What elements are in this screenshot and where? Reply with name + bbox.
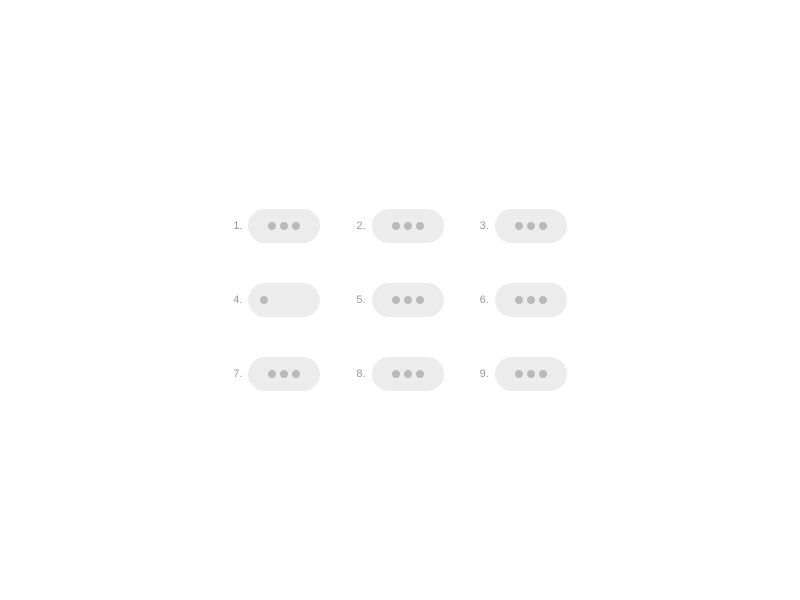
item-number-label: 1.: [233, 220, 242, 232]
dot-icon: [416, 222, 424, 230]
dot-icon: [404, 222, 412, 230]
grid-cell: 4.: [233, 283, 320, 317]
typing-indicator-grid: 1. 2. 3. 4. 5. 6. 7. 8. 9.: [233, 209, 567, 391]
item-number-label: 7.: [233, 368, 242, 380]
dot-icon: [280, 222, 288, 230]
dot-icon: [268, 222, 276, 230]
dot-icon: [392, 296, 400, 304]
grid-cell: 2.: [356, 209, 443, 243]
dot-icon: [404, 296, 412, 304]
item-number-label: 3.: [480, 220, 489, 232]
typing-indicator-icon: [372, 283, 444, 317]
grid-cell: 7.: [233, 357, 320, 391]
dot-icon: [292, 370, 300, 378]
dot-icon: [539, 370, 547, 378]
item-number-label: 5.: [356, 294, 365, 306]
item-number-label: 4.: [233, 294, 242, 306]
dot-icon: [260, 296, 268, 304]
typing-indicator-icon: [495, 357, 567, 391]
typing-indicator-icon: [495, 209, 567, 243]
item-number-label: 9.: [480, 368, 489, 380]
dot-icon: [392, 370, 400, 378]
dot-icon: [515, 222, 523, 230]
dot-icon: [539, 296, 547, 304]
grid-cell: 3.: [480, 209, 567, 243]
dot-icon: [416, 370, 424, 378]
dot-icon: [527, 370, 535, 378]
dot-icon: [416, 296, 424, 304]
item-number-label: 6.: [480, 294, 489, 306]
dot-icon: [515, 370, 523, 378]
item-number-label: 8.: [356, 368, 365, 380]
dot-icon: [515, 296, 523, 304]
dot-icon: [539, 222, 547, 230]
grid-cell: 8.: [356, 357, 443, 391]
grid-cell: 5.: [356, 283, 443, 317]
item-number-label: 2.: [356, 220, 365, 232]
dot-icon: [268, 370, 276, 378]
dot-icon: [280, 370, 288, 378]
typing-indicator-icon: [248, 209, 320, 243]
typing-indicator-icon: [372, 357, 444, 391]
dot-icon: [527, 296, 535, 304]
dot-icon: [404, 370, 412, 378]
dot-icon: [527, 222, 535, 230]
typing-indicator-icon: [248, 283, 320, 317]
typing-indicator-icon: [372, 209, 444, 243]
typing-indicator-icon: [495, 283, 567, 317]
dot-icon: [292, 222, 300, 230]
grid-cell: 1.: [233, 209, 320, 243]
typing-indicator-icon: [248, 357, 320, 391]
dot-icon: [392, 222, 400, 230]
grid-cell: 9.: [480, 357, 567, 391]
grid-cell: 6.: [480, 283, 567, 317]
